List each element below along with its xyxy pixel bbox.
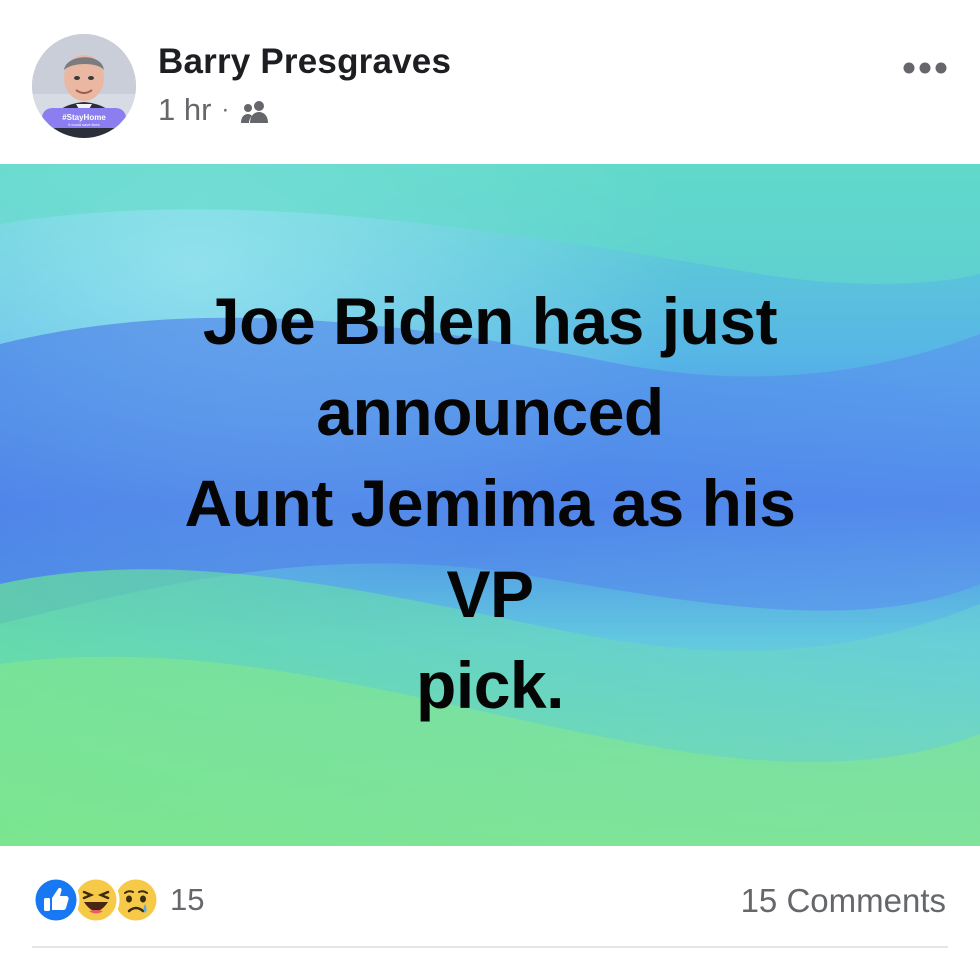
banner-line: Aunt Jemima as his — [184, 466, 796, 540]
post-meta: 1 hr · — [158, 92, 271, 128]
reaction-count: 15 — [170, 882, 205, 917]
reactions-summary[interactable]: 15 — [32, 876, 204, 924]
post-header: #StayHome it could save lives Barry Pres… — [0, 0, 980, 164]
footer-divider — [32, 946, 948, 948]
like-icon — [32, 876, 80, 924]
more-horizontal-icon — [903, 62, 947, 74]
avatar-frame-subtext: it could save lives — [68, 122, 99, 127]
comments-count-link[interactable]: 15 Comments — [741, 882, 946, 920]
banner-message: Joe Biden has just announced Aunt Jemima… — [0, 276, 980, 731]
facebook-post: #StayHome it could save lives Barry Pres… — [0, 0, 980, 964]
post-footer: 15 15 Comments — [0, 846, 980, 964]
banner-line: VP — [446, 557, 534, 631]
banner-line: pick. — [416, 648, 564, 722]
more-options-button[interactable] — [902, 58, 948, 78]
friends-icon[interactable] — [239, 97, 271, 123]
timestamp[interactable]: 1 hr — [158, 92, 211, 128]
reaction-icons — [32, 876, 160, 924]
author-name[interactable]: Barry Presgraves — [158, 42, 451, 82]
avatar-frame-text: #StayHome — [62, 113, 106, 122]
avatar-image: #StayHome it could save lives — [32, 34, 136, 138]
avatar[interactable]: #StayHome it could save lives — [32, 34, 136, 138]
banner-line: announced — [316, 375, 664, 449]
meta-separator: · — [221, 96, 230, 123]
post-background-banner[interactable]: Joe Biden has just announced Aunt Jemima… — [0, 164, 980, 846]
banner-line: Joe Biden has just — [202, 284, 778, 358]
